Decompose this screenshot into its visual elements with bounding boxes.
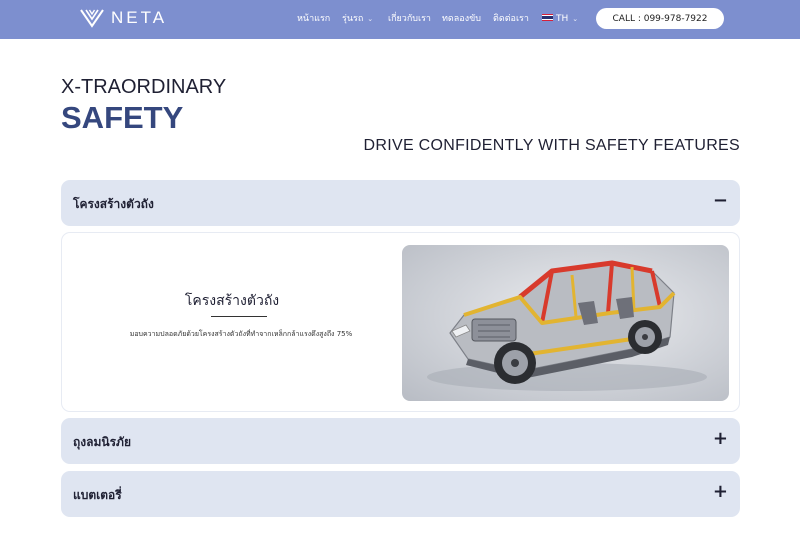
accordion-header-airbags[interactable]: ถุงลมนิรภัย + xyxy=(61,418,740,464)
nav-models-label: รุ่นรถ xyxy=(342,14,364,24)
section-title: SAFETY xyxy=(61,100,184,135)
car-frame-illustration xyxy=(427,260,707,391)
language-label: TH xyxy=(556,14,569,24)
thai-flag-icon xyxy=(542,14,553,21)
panel-title: โครงสร้างตัวถัง xyxy=(184,293,280,309)
collapse-icon: − xyxy=(712,190,728,211)
accordion-panel-body-structure: โครงสร้างตัวถัง มอบความปลอดภัยด้วยโครงสร… xyxy=(61,232,740,412)
accordion-title: แบตเตอรี่ xyxy=(73,488,122,502)
language-selector[interactable]: TH ⌄ xyxy=(542,13,578,25)
accordion-header-body-structure[interactable]: โครงสร้างตัวถัง − xyxy=(61,180,740,226)
chevron-down-icon: ⌄ xyxy=(572,15,579,23)
nav-home[interactable]: หน้าแรก xyxy=(297,13,330,25)
car-body-structure-image xyxy=(402,245,729,401)
expand-icon: + xyxy=(712,481,728,502)
accordion-title: โครงสร้างตัวถัง xyxy=(73,197,154,211)
top-navbar: NETA หน้าแรก รุ่นรถ ⌄ เกี่ยวกับเรา ทดลองข… xyxy=(0,0,800,39)
accordion-title: ถุงลมนิรภัย xyxy=(73,435,131,449)
expand-icon: + xyxy=(712,428,728,449)
nav-models[interactable]: รุ่นรถ ⌄ xyxy=(342,13,373,25)
section-subtitle: DRIVE CONFIDENTLY WITH SAFETY FEATURES xyxy=(363,137,740,154)
nav-test-drive[interactable]: ทดลองขับ xyxy=(442,13,481,25)
call-button[interactable]: CALL : 099-978-7922 xyxy=(596,8,724,29)
nav-about[interactable]: เกี่ยวกับเรา xyxy=(388,13,431,25)
panel-divider xyxy=(211,316,267,317)
nav-contact[interactable]: ติดต่อเรา xyxy=(493,13,529,25)
chevron-down-icon: ⌄ xyxy=(367,15,374,23)
panel-description: มอบความปลอดภัยด้วยโครงสร้างตัวถังที่ทำจา… xyxy=(129,330,353,338)
accordion-header-battery[interactable]: แบตเตอรี่ + xyxy=(61,471,740,517)
section-kicker: X-TRAORDINARY xyxy=(61,76,227,98)
